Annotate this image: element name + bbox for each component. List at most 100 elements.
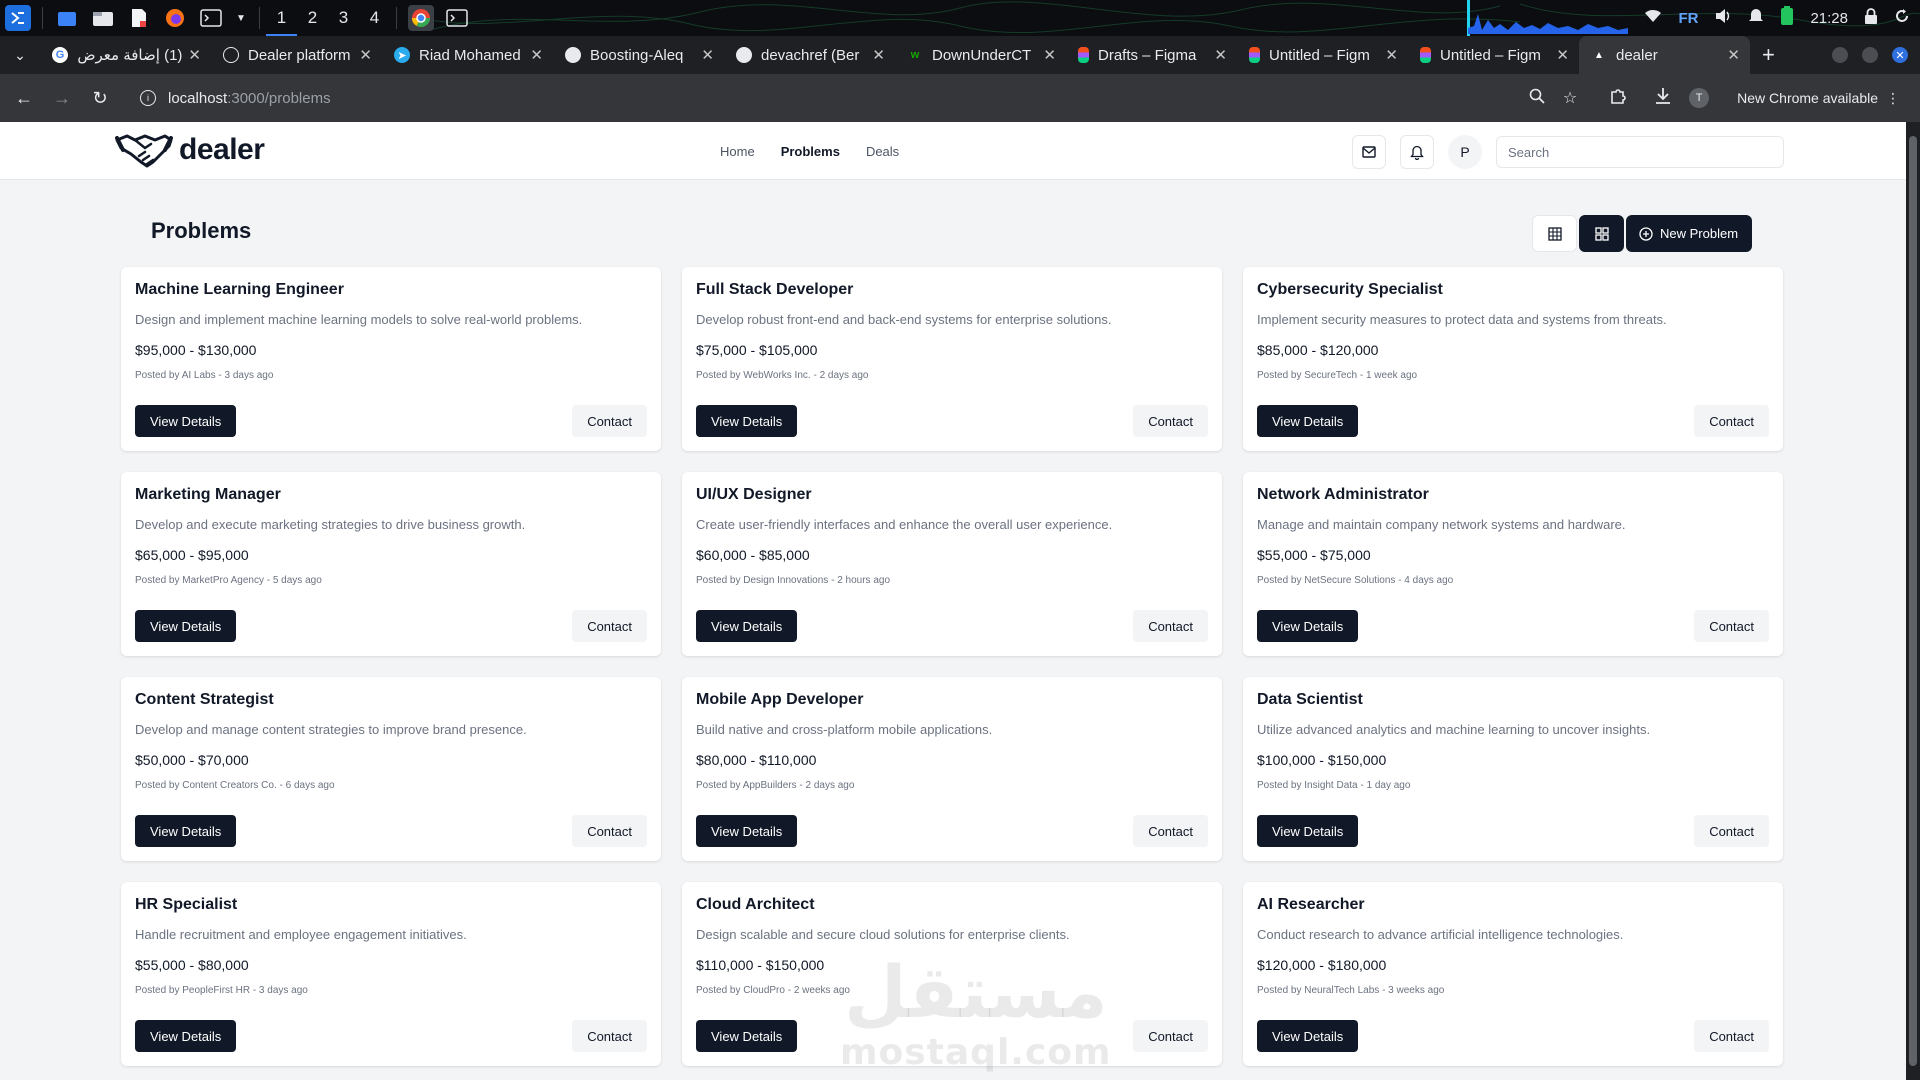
close-icon[interactable]: ✕ <box>872 46 885 64</box>
card-view-button[interactable] <box>1579 215 1624 252</box>
card-title: Network Administrator <box>1257 486 1429 503</box>
browser-tab[interactable]: Untitled – Figm ✕ <box>1237 36 1408 74</box>
view-details-button[interactable]: View Details <box>135 815 237 847</box>
workspace-2[interactable]: 2 <box>297 0 328 36</box>
terminal-icon[interactable] <box>444 5 470 31</box>
close-icon[interactable]: ✕ <box>1043 46 1056 64</box>
forward-arrow-icon[interactable]: → <box>44 80 80 116</box>
view-details-button[interactable]: View Details <box>1257 405 1359 437</box>
contact-button[interactable]: Contact <box>572 610 647 642</box>
card-salary: $110,000 - $150,000 <box>696 957 825 973</box>
user-avatar[interactable]: P <box>1448 135 1482 169</box>
view-details-button[interactable]: View Details <box>1257 610 1359 642</box>
page-scrollbar[interactable] <box>1906 122 1920 1080</box>
profile-avatar[interactable]: T <box>1689 88 1710 108</box>
files-icon[interactable] <box>54 5 80 31</box>
contact-button[interactable]: Contact <box>572 405 647 437</box>
notification-bell-icon[interactable] <box>1748 8 1764 28</box>
browser-tab[interactable]: Untitled – Figm ✕ <box>1408 36 1579 74</box>
window-close-button[interactable]: ✕ <box>1892 47 1908 63</box>
workspace-3[interactable]: 3 <box>328 0 359 36</box>
zoom-icon[interactable] <box>1529 88 1545 109</box>
card-meta: Posted by Insight Data - 1 day ago <box>1257 780 1411 791</box>
site-info-icon[interactable]: i <box>140 90 156 106</box>
view-details-button[interactable]: View Details <box>696 815 798 847</box>
nav-problems[interactable]: Problems <box>781 144 840 159</box>
view-details-button[interactable]: View Details <box>696 405 798 437</box>
contact-button[interactable]: Contact <box>1694 405 1769 437</box>
close-icon[interactable]: ✕ <box>701 46 714 64</box>
close-icon[interactable]: ✕ <box>1556 46 1569 64</box>
contact-button[interactable]: Contact <box>1133 815 1208 847</box>
site-logo[interactable]: dealer <box>115 130 265 170</box>
view-details-button[interactable]: View Details <box>1257 815 1359 847</box>
view-details-button[interactable]: View Details <box>135 405 237 437</box>
chevron-down-icon[interactable]: ▼ <box>234 5 248 31</box>
new-tab-plus-icon[interactable]: + <box>1762 42 1775 68</box>
back-arrow-icon[interactable]: ← <box>6 80 42 116</box>
contact-button[interactable]: Contact <box>572 815 647 847</box>
contact-button[interactable]: Contact <box>572 1020 647 1052</box>
nav-deals[interactable]: Deals <box>866 144 899 159</box>
battery-icon[interactable] <box>1780 6 1794 30</box>
browser-tab[interactable]: ➤ Riad Mohamed ✕ <box>382 36 553 74</box>
volume-icon[interactable] <box>1714 8 1732 28</box>
close-icon[interactable]: ✕ <box>530 46 543 64</box>
problem-card: AI Researcher Conduct research to advanc… <box>1243 882 1783 1066</box>
browser-tab-active[interactable]: ▲ dealer ✕ <box>1579 36 1750 74</box>
view-details-button[interactable]: View Details <box>696 1020 798 1052</box>
lock-icon[interactable] <box>1864 8 1878 28</box>
reload-icon[interactable]: ↻ <box>82 80 118 116</box>
maximize-button[interactable] <box>1862 47 1878 63</box>
contact-button[interactable]: Contact <box>1133 405 1208 437</box>
tab-search-chevron-icon[interactable]: ⌄ <box>0 36 40 74</box>
firefox-icon[interactable] <box>162 5 188 31</box>
contact-button[interactable]: Contact <box>1694 610 1769 642</box>
workspace-1[interactable]: 1 <box>266 0 297 36</box>
contact-button[interactable]: Contact <box>1133 1020 1208 1052</box>
view-details-button[interactable]: View Details <box>135 1020 237 1052</box>
minimize-button[interactable] <box>1832 47 1848 63</box>
messages-button[interactable] <box>1352 135 1386 169</box>
notifications-button[interactable] <box>1400 135 1434 169</box>
chrome-icon[interactable] <box>408 5 434 31</box>
address-bar[interactable]: i localhost:3000/problems <box>128 80 1548 116</box>
card-actions: View Details Contact <box>1257 815 1769 847</box>
browser-tab[interactable]: G (1) إضافة معرض ✕ <box>40 36 211 74</box>
close-icon[interactable]: ✕ <box>1214 46 1227 64</box>
reload-session-icon[interactable] <box>1894 8 1910 28</box>
table-view-button[interactable] <box>1532 215 1577 252</box>
scrollbar-thumb[interactable] <box>1909 136 1917 1066</box>
extensions-icon[interactable] <box>1609 87 1627 110</box>
browser-tab[interactable]: w DownUnderCT ✕ <box>895 36 1066 74</box>
contact-button[interactable]: Contact <box>1694 1020 1769 1052</box>
chrome-update-button[interactable]: New Chrome available ⋮ <box>1727 85 1910 112</box>
search-input[interactable] <box>1496 136 1784 168</box>
view-details-button[interactable]: View Details <box>135 610 237 642</box>
view-details-button[interactable]: View Details <box>696 610 798 642</box>
new-problem-button[interactable]: New Problem <box>1626 215 1753 252</box>
browser-tab[interactable]: devachref (Ber ✕ <box>724 36 895 74</box>
clock[interactable]: 21:28 <box>1810 10 1848 27</box>
close-icon[interactable]: ✕ <box>359 46 372 64</box>
wifi-icon[interactable] <box>1644 9 1662 27</box>
browser-tab[interactable]: Boosting-Aleq ✕ <box>553 36 724 74</box>
workspace-4[interactable]: 4 <box>359 0 390 36</box>
terminal-icon[interactable] <box>198 5 224 31</box>
browser-tab[interactable]: Dealer platform ✕ <box>211 36 382 74</box>
close-icon[interactable]: ✕ <box>1385 46 1398 64</box>
close-icon[interactable]: ✕ <box>188 46 201 64</box>
folder-icon[interactable] <box>90 5 116 31</box>
keyboard-layout[interactable]: FR <box>1678 10 1698 27</box>
contact-button[interactable]: Contact <box>1694 815 1769 847</box>
nav-home[interactable]: Home <box>720 144 755 159</box>
download-icon[interactable] <box>1655 87 1671 110</box>
contact-button[interactable]: Contact <box>1133 610 1208 642</box>
bookmark-star-icon[interactable]: ☆ <box>1563 88 1577 108</box>
close-icon[interactable]: ✕ <box>1727 46 1740 64</box>
browser-tab[interactable]: Drafts – Figma ✕ <box>1066 36 1237 74</box>
card-actions: View Details Contact <box>696 610 1208 642</box>
view-details-button[interactable]: View Details <box>1257 1020 1359 1052</box>
kde-logo-icon[interactable] <box>5 5 31 31</box>
document-icon[interactable] <box>126 5 152 31</box>
